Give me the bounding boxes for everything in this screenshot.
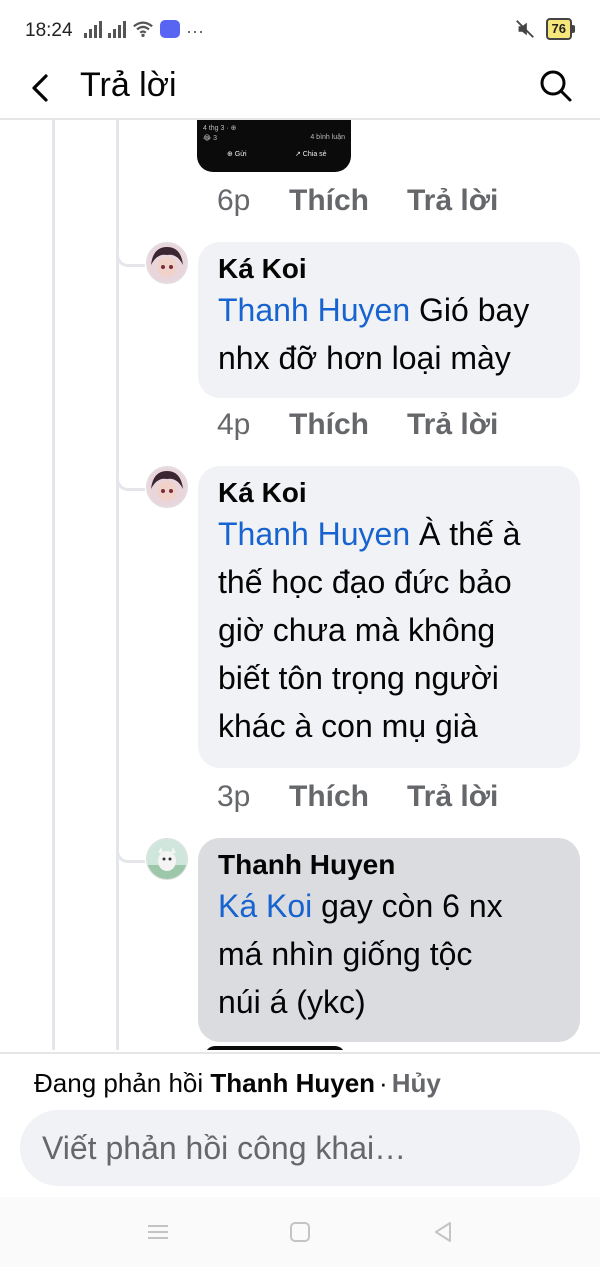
comment-line: nhx đỡ hơn loại mày	[218, 340, 511, 376]
replying-to-label: Đang phản hồi Thanh Huyen · Hủy	[34, 1068, 441, 1099]
reply-button[interactable]: Trả lời	[407, 184, 498, 218]
battery-icon: 76	[545, 18, 576, 40]
comment-line: À thế à	[419, 516, 521, 552]
like-button[interactable]: Thích	[289, 408, 407, 442]
chevron-left-icon[interactable]	[22, 68, 62, 108]
app-header: Trả lời	[0, 58, 600, 120]
status-icons-right: 76	[514, 18, 576, 40]
reply-button[interactable]: Trả lời	[407, 408, 498, 442]
replying-prefix: Đang phản hồi	[34, 1068, 204, 1098]
mention-link[interactable]: Thanh Huyen	[218, 516, 410, 552]
comment-time: 3p	[217, 780, 251, 813]
comment-author[interactable]: Ká Koi	[218, 252, 560, 286]
comment-actions: 6p Thích Trả lời	[217, 184, 498, 218]
comment-line: núi á (ykc)	[218, 984, 366, 1020]
reply-composer: Đang phản hồi Thanh Huyen · Hủy	[0, 1052, 600, 1199]
avatar[interactable]	[146, 838, 188, 880]
comment-text: Ká Koi gay còn 6 nx má nhìn giống tộc núi …	[218, 882, 560, 1026]
thread-connector	[116, 838, 145, 863]
separator: ·	[379, 1068, 388, 1098]
comment-bubble[interactable]: Ká Koi Thanh Huyen Gió bay nhx đỡ hơn loạ…	[198, 242, 580, 398]
mention-link[interactable]: Thanh Huyen	[218, 292, 410, 328]
preview-text: 😂 3	[203, 135, 218, 142]
comment-thread[interactable]: 4 thg 3 · ⊕ 😂 3 4 bình luận ⊕ Gửi ↗ Chia…	[0, 120, 600, 1050]
thread-connector	[116, 466, 145, 491]
comment-line: biết tôn trọng người	[218, 660, 499, 696]
preview-text: 4 thg 3 · ⊕	[203, 125, 237, 132]
thread-connector	[116, 242, 145, 267]
search-icon[interactable]	[536, 66, 576, 106]
avatar[interactable]	[146, 466, 188, 508]
cancel-reply-button[interactable]: Hủy	[392, 1068, 441, 1098]
comment-author[interactable]: Thanh Huyen	[218, 848, 560, 882]
comment-time: 6p	[217, 184, 251, 217]
comment-line: Gió bay	[419, 292, 530, 328]
comment-bubble[interactable]: Ká Koi Thanh Huyen À thế à thế học đạo đứ…	[198, 466, 580, 768]
preview-text: ↗ Chia sẻ	[295, 151, 327, 158]
status-time: 18:24	[25, 20, 73, 41]
like-button[interactable]: Thích	[289, 780, 407, 814]
status-bar: 18:24 ··· 76	[0, 0, 600, 58]
status-icons-left: ···	[84, 20, 204, 41]
comment-line: giờ chưa mà không	[218, 612, 496, 648]
comment-line: má nhìn giống tộc	[218, 936, 473, 972]
like-button[interactable]: Thích	[289, 184, 407, 218]
reply-input[interactable]	[20, 1110, 580, 1186]
comment-text: Thanh Huyen Gió bay nhx đỡ hơn loại mày	[218, 286, 560, 382]
comment-actions: 4p Thích Trả lời	[217, 408, 498, 442]
attached-image-preview[interactable]: 4 thg 3 · ⊕ 😂 3 4 bình luận ⊕ Gửi ↗ Chia…	[197, 120, 351, 172]
home-icon[interactable]	[285, 1217, 315, 1247]
attached-image-preview[interactable]	[205, 1046, 345, 1050]
comment-line: thế học đạo đức bảo	[218, 564, 512, 600]
system-nav-bar	[0, 1197, 600, 1267]
signal-icon	[108, 20, 126, 38]
comment-time: 4p	[217, 408, 251, 441]
reply-button[interactable]: Trả lời	[407, 780, 498, 814]
comment-line: khác à con mụ già	[218, 708, 478, 744]
more-icon: ···	[186, 21, 204, 41]
signal-icon	[84, 20, 102, 38]
comment-line: gay còn 6 nx	[321, 888, 503, 924]
wifi-icon	[133, 21, 153, 38]
preview-text: ⊕ Gửi	[227, 151, 247, 158]
comment-author[interactable]: Ká Koi	[218, 476, 560, 510]
replying-to-name: Thanh Huyen	[210, 1068, 376, 1098]
discord-icon	[160, 20, 180, 38]
comment-text: Thanh Huyen À thế à thế học đạo đức bảo gi…	[218, 510, 560, 750]
comment-actions: 3p Thích Trả lời	[217, 780, 498, 814]
avatar[interactable]	[146, 242, 188, 284]
back-icon[interactable]	[428, 1217, 458, 1247]
page-title: Trả lời	[80, 66, 177, 104]
comment-bubble-selected[interactable]: Thanh Huyen Ká Koi gay còn 6 nx má nhìn g…	[198, 838, 580, 1042]
menu-icon[interactable]	[143, 1217, 173, 1247]
mute-icon	[515, 20, 534, 38]
mention-link[interactable]: Ká Koi	[218, 888, 312, 924]
preview-text: 4 bình luận	[310, 134, 345, 141]
thread-line	[52, 120, 55, 1050]
